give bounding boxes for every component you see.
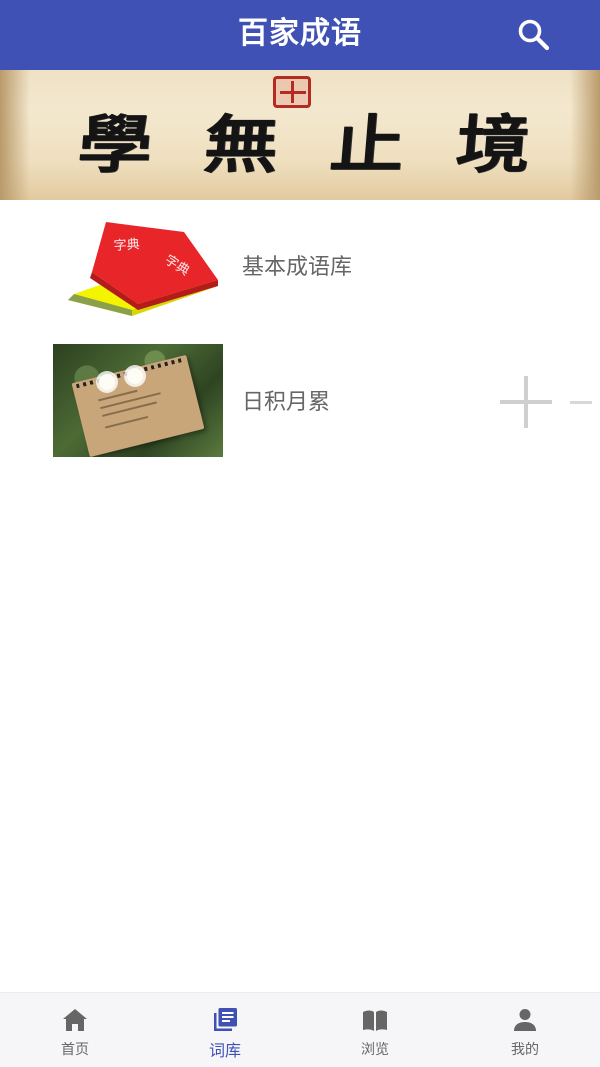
person-icon [514, 1009, 536, 1031]
library-list: 字典 字典 基本成语库 日积月累 [0, 200, 600, 470]
red-dictionary-book-image: 字典 字典 [68, 222, 218, 316]
tab-label: 我的 [511, 1042, 539, 1058]
tab-mine[interactable]: 我的 [450, 993, 600, 1067]
bottom-navigation: 首页 词库 浏览 我的 [0, 992, 600, 1067]
banner-calligraphy: 學 無 止 境 [0, 100, 600, 190]
home-icon [63, 1009, 87, 1031]
tab-library[interactable]: 词库 [150, 993, 300, 1067]
calligraphy-banner: 學 無 止 境 [0, 70, 600, 200]
list-item-label: 日积月累 [242, 390, 331, 415]
banner-char: 無 [200, 108, 282, 182]
list-item-label: 基本成语库 [242, 255, 353, 280]
banner-char: 境 [452, 108, 534, 182]
plus-icon[interactable] [498, 374, 554, 430]
notebook-photo-image [53, 344, 223, 457]
partial-divider [570, 401, 592, 404]
search-icon[interactable] [516, 17, 552, 53]
app-title: 百家成语 [238, 16, 362, 51]
list-item-daily-accumulation[interactable]: 日积月累 [0, 335, 600, 470]
banner-char: 學 [74, 108, 156, 182]
book-text-left: 字典 [113, 237, 140, 254]
list-item-basic-idioms[interactable]: 字典 字典 基本成语库 [0, 200, 600, 335]
tab-label: 浏览 [361, 1042, 389, 1058]
tab-label: 首页 [61, 1042, 89, 1058]
book-open-icon [363, 1010, 387, 1031]
top-app-bar: 百家成语 [0, 0, 600, 70]
tab-label: 词库 [208, 1041, 241, 1060]
banner-char: 止 [326, 108, 408, 182]
tab-home[interactable]: 首页 [0, 993, 150, 1067]
tab-browse[interactable]: 浏览 [300, 993, 450, 1067]
library-icon [214, 1008, 237, 1031]
